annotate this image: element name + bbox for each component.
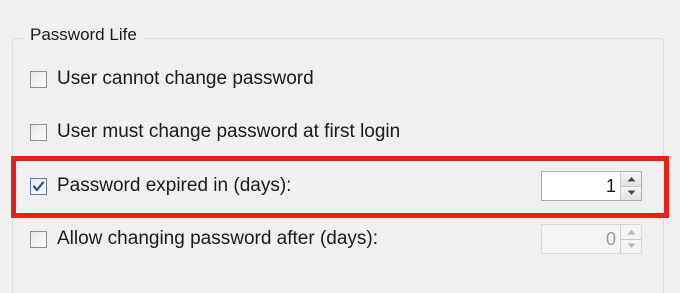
option-row-expired-in[interactable]: Password expired in (days): — [30, 171, 291, 201]
chevron-up-icon — [627, 229, 635, 235]
expired-in-label: Password expired in (days): — [57, 175, 292, 196]
must-change-label: User must change password at first login — [57, 121, 401, 142]
expired-in-spin-buttons — [620, 172, 641, 200]
check-icon — [32, 180, 45, 191]
allow-changing-decrement-button[interactable] — [621, 239, 641, 253]
chevron-up-icon — [627, 176, 635, 182]
expired-in-increment-button[interactable] — [621, 172, 641, 187]
allow-changing-checkbox[interactable] — [30, 230, 47, 248]
group-title: Password Life — [24, 24, 143, 46]
cannot-change-label: User cannot change password — [57, 68, 314, 89]
option-row-must-change[interactable]: User must change password at first login — [30, 117, 400, 147]
expired-in-days-value[interactable]: 1 — [542, 172, 620, 200]
chevron-down-icon — [627, 243, 635, 249]
allow-changing-spin-buttons — [620, 225, 641, 253]
cannot-change-checkbox[interactable] — [30, 70, 47, 88]
option-row-cannot-change[interactable]: User cannot change password — [30, 64, 314, 94]
expired-in-decrement-button[interactable] — [621, 186, 641, 200]
allow-changing-label: Allow changing password after (days): — [57, 228, 379, 249]
allow-changing-days-value[interactable]: 0 — [542, 225, 620, 253]
allow-changing-increment-button[interactable] — [621, 225, 641, 240]
expired-in-days-stepper[interactable]: 1 — [541, 171, 642, 201]
must-change-checkbox[interactable] — [30, 123, 47, 141]
expired-in-checkbox[interactable] — [30, 177, 47, 195]
allow-changing-days-stepper[interactable]: 0 — [541, 224, 642, 254]
option-row-allow-changing[interactable]: Allow changing password after (days): — [30, 224, 378, 254]
chevron-down-icon — [627, 190, 635, 196]
password-settings-panel: Password Life User cannot change passwor… — [0, 0, 680, 293]
